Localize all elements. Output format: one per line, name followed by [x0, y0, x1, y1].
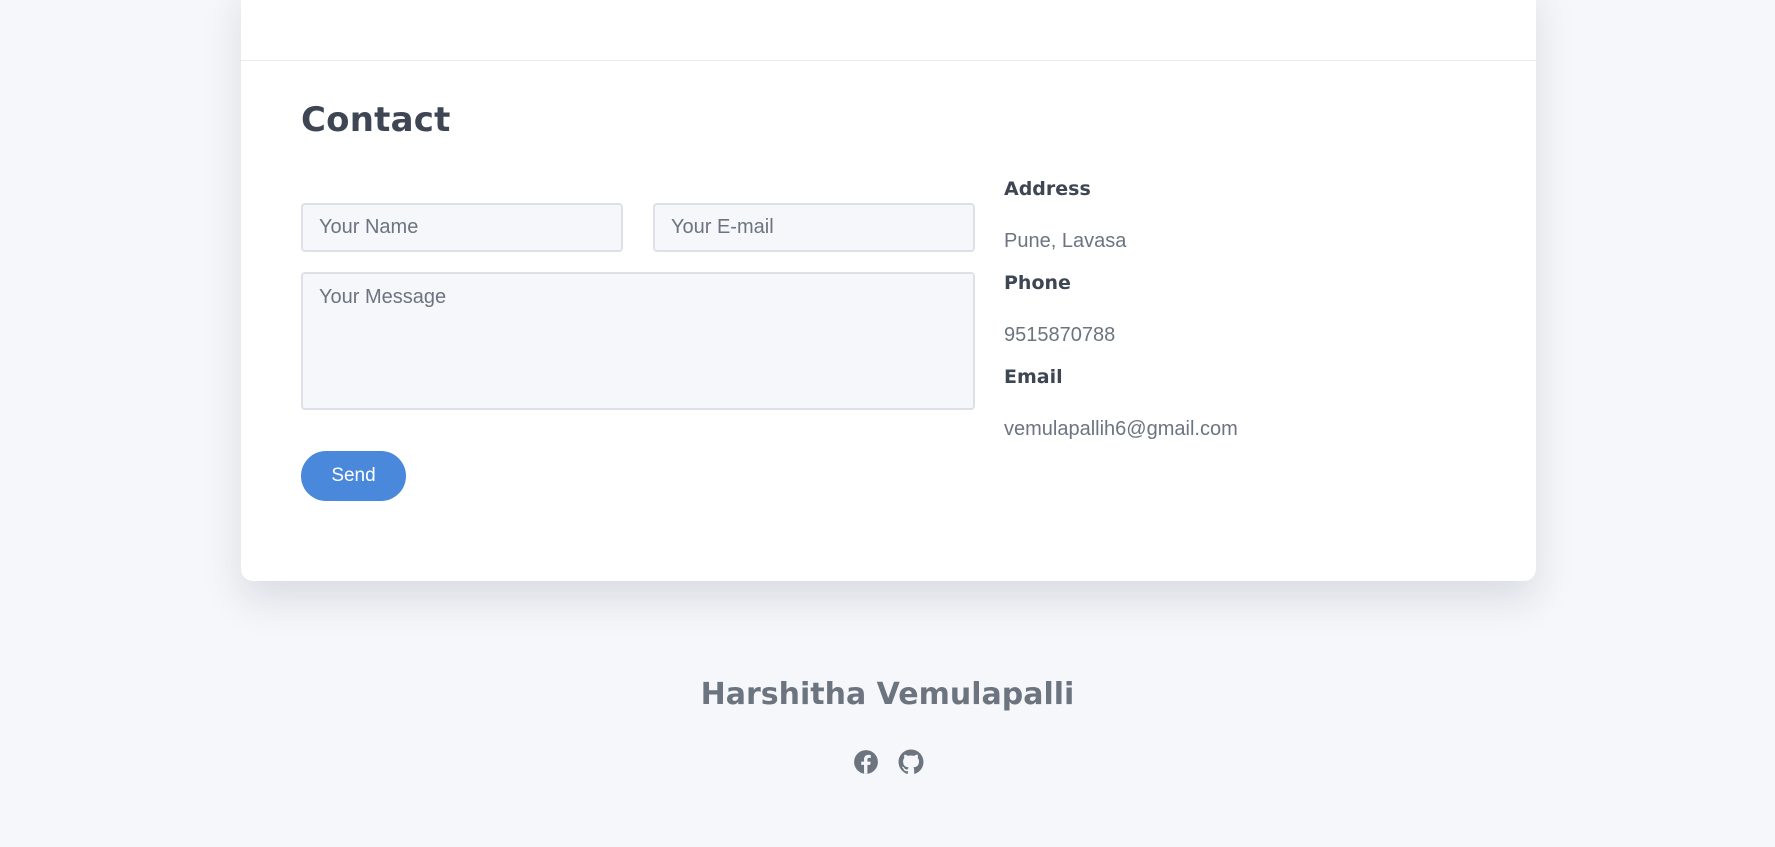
- footer-name: Harshitha Vemulapalli: [700, 677, 1075, 712]
- contact-title: Contact: [301, 100, 451, 140]
- github-icon: [898, 749, 924, 774]
- phone-value: 9515870788: [1004, 324, 1116, 346]
- email-field[interactable]: [653, 203, 975, 252]
- phone-label: Phone: [1004, 272, 1071, 294]
- email-label: Email: [1004, 366, 1063, 388]
- facebook-link[interactable]: [853, 749, 879, 775]
- contact-card: Contact Send Address Pune, Lavasa Phone …: [241, 0, 1536, 581]
- email-value: vemulapallih6@gmail.com: [1004, 418, 1238, 440]
- address-label: Address: [1004, 178, 1091, 200]
- message-field[interactable]: [301, 272, 975, 410]
- send-button[interactable]: Send: [301, 451, 406, 501]
- address-value: Pune, Lavasa: [1004, 230, 1127, 252]
- facebook-icon: [854, 750, 878, 774]
- github-link[interactable]: [898, 749, 924, 775]
- section-divider: [241, 60, 1536, 61]
- name-field[interactable]: [301, 203, 623, 252]
